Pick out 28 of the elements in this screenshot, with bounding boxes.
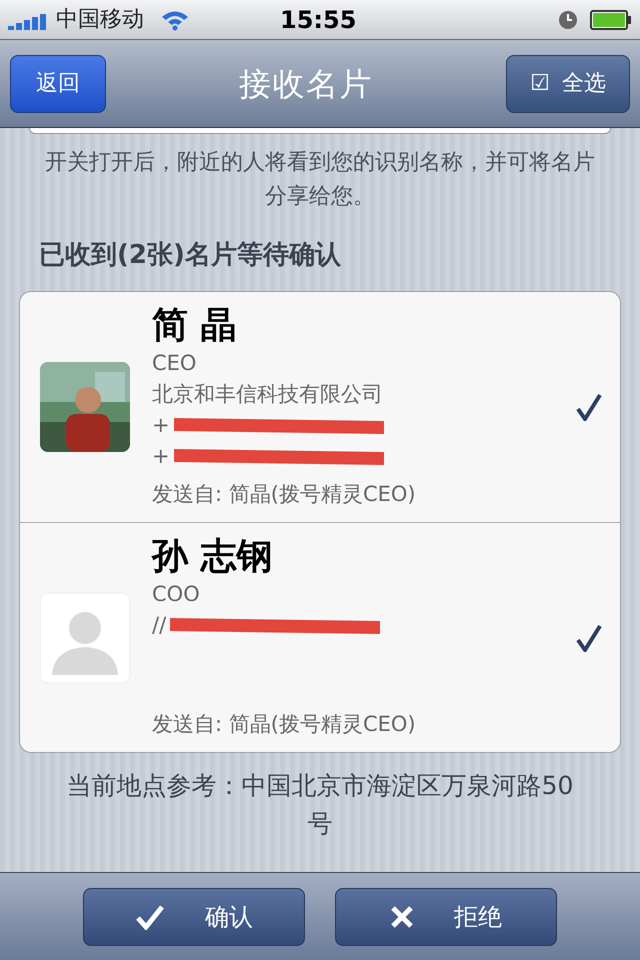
phone-prefix: + [152,443,170,470]
alarm-clock-icon [558,10,578,30]
battery-icon [590,10,632,30]
back-button[interactable]: 返回 [10,54,106,112]
hint-text: 开关打开后，附近的人将看到您的识别名称，并可将名片分享给您。 [44,149,596,211]
phone-prefix: // [152,612,166,639]
sender-text: 发送自: 简晶(拨号精灵CEO) [152,710,417,738]
phone-prefix: + [152,412,170,439]
card-detail: 北京和丰信科技有限公司 [152,381,384,408]
card-row[interactable]: 简 晶 CEO 北京和丰信科技有限公司 + + 发送自: 简晶(拨号精灵CEO) [20,292,620,522]
contact-name: 简 晶 [152,304,238,348]
select-all-button[interactable]: ☑ 全选 [506,54,630,112]
card-row[interactable]: 孙 志钢 COO // 发送自: 简晶(拨号精灵CEO) [20,522,620,752]
check-icon [135,904,165,930]
location-text: 当前地点参考：中国北京市海淀区万泉河路50号 [66,770,574,840]
contact-name: 孙 志钢 [152,535,274,579]
clock-time: 15:55 [280,4,356,36]
confirm-button[interactable]: 确认 [83,888,305,946]
card-detail: COO [152,581,201,608]
sender-text: 发送自: 简晶(拨号精灵CEO) [152,480,417,508]
carrier-name: 中国移动 [56,6,144,34]
section-heading: 已收到(2张)名片等待确认 [39,239,342,272]
wifi-icon [160,8,190,30]
avatar-placeholder-icon [40,592,130,682]
close-icon [390,904,414,928]
card-detail: CEO [152,350,198,377]
nav-title: 接收名片 [238,64,374,104]
reject-button[interactable]: 拒绝 [335,888,557,946]
